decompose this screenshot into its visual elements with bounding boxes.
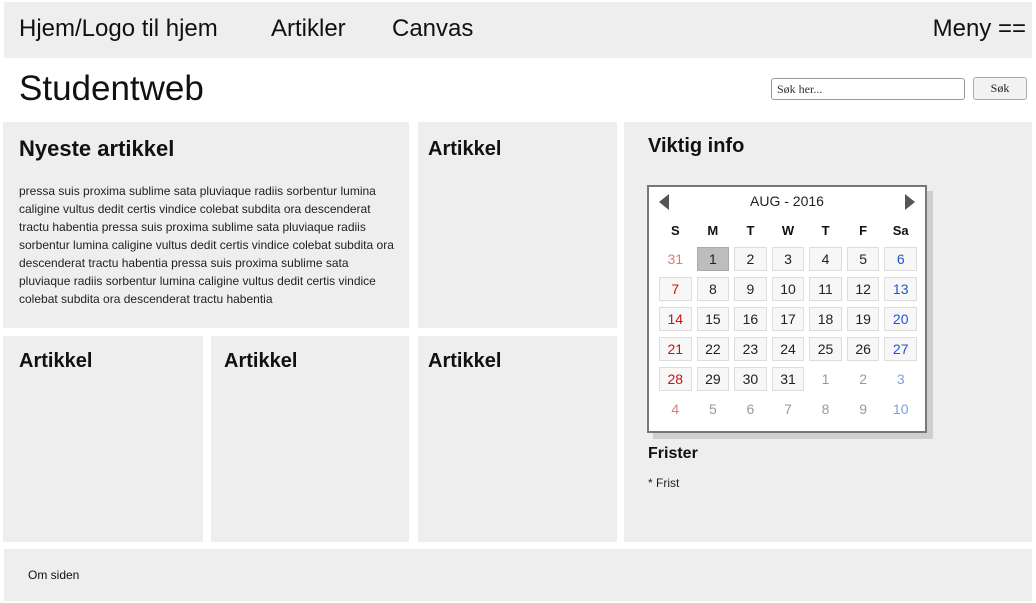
calendar-day[interactable]: 1 [696, 247, 730, 271]
calendar-day[interactable]: 10 [884, 397, 917, 421]
calendar-day[interactable]: 5 [697, 397, 730, 421]
calendar-widget: AUG - 2016 S M T W T F Sa 31 1 2 3 4 5 6 7 8 9 10 11 12 13 1… [647, 185, 933, 439]
calendar-day[interactable]: 2 [847, 367, 880, 391]
calendar-day[interactable]: 14 [659, 307, 692, 331]
calendar-day[interactable]: 28 [659, 367, 692, 391]
calendar-day[interactable]: 16 [734, 307, 767, 331]
search-input[interactable] [771, 78, 965, 100]
calendar-day[interactable]: 31 [659, 247, 692, 271]
calendar-day[interactable]: 31 [771, 367, 805, 391]
calendar-day[interactable]: 29 [696, 367, 730, 391]
calendar-weekday-label: F [859, 223, 868, 238]
article-panel: Artikkel [211, 336, 409, 542]
article-title[interactable]: Artikkel [19, 350, 92, 373]
important-info-panel: Viktig info AUG - 2016 S M T W T F Sa 31 1 2 3 4 5 6… [624, 122, 1032, 542]
calendar-day[interactable]: 7 [659, 277, 692, 301]
calendar-day[interactable]: 9 [734, 277, 767, 301]
nav-canvas[interactable]: Canvas [392, 15, 473, 43]
calendar-day[interactable]: 1 [809, 367, 842, 391]
article-title[interactable]: Artikkel [224, 350, 297, 373]
deadlines-title: Frister [648, 445, 698, 462]
calendar-day[interactable]: 21 [659, 337, 692, 361]
calendar-day[interactable]: 9 [847, 397, 880, 421]
calendar-day[interactable]: 13 [884, 277, 917, 301]
calendar-day[interactable]: 24 [771, 337, 805, 361]
calendar-day[interactable]: 30 [734, 367, 767, 391]
latest-article-body: pressa suis proxima sublime sata pluviaq… [19, 184, 394, 306]
latest-article-title[interactable]: Nyeste artikkel [19, 136, 174, 162]
calendar-weekday-label: Sa [892, 223, 909, 238]
calendar-day[interactable]: 8 [809, 397, 842, 421]
calendar-day[interactable]: 25 [809, 337, 842, 361]
calendar-day[interactable]: 3 [771, 247, 805, 271]
calendar-weekday-label: W [781, 223, 795, 238]
search-button[interactable]: Søk [973, 77, 1027, 100]
nav-home-logo[interactable]: Hjem/Logo til hjem [19, 15, 218, 43]
article-panel: Artikkel [3, 336, 203, 542]
calendar-day[interactable]: 12 [846, 277, 880, 301]
footer-about-link[interactable]: Om siden [28, 568, 79, 582]
top-navigation: Hjem/Logo til hjem Artikler Canvas Meny … [4, 2, 1032, 58]
calendar-day[interactable]: 3 [884, 367, 917, 391]
site-title: Studentweb [19, 69, 204, 108]
calendar-weekday-label: M [707, 223, 719, 238]
calendar-day[interactable]: 17 [771, 307, 805, 331]
calendar-day[interactable]: 20 [884, 307, 917, 331]
calendar-day[interactable]: 6 [884, 247, 917, 271]
calendar-day[interactable]: 8 [696, 277, 730, 301]
calendar-day[interactable]: 6 [734, 397, 767, 421]
calendar-day[interactable]: 7 [772, 397, 805, 421]
article-title[interactable]: Artikkel [428, 350, 501, 373]
chevron-right-icon[interactable] [905, 194, 915, 210]
calendar: AUG - 2016 S M T W T F Sa 31 1 2 3 4 5 6 7 8 9 10 11 12 13 1… [647, 185, 927, 433]
calendar-day[interactable]: 18 [809, 307, 842, 331]
calendar-day[interactable]: 2 [734, 247, 767, 271]
info-title: Viktig info [648, 135, 745, 157]
calendar-weekday-label: S [670, 223, 680, 238]
deadline-item: * Frist [648, 476, 680, 490]
nav-articles[interactable]: Artikler [271, 15, 346, 43]
calendar-day-grid: 31 1 2 3 4 5 6 7 8 9 10 11 12 13 14 15 16 17 18 19 20 21 22 23 2… [659, 247, 917, 421]
calendar-weekday-header: S M T W T F Sa [659, 223, 917, 238]
nav-menu-button[interactable]: Meny == [933, 15, 1026, 43]
calendar-day[interactable]: 22 [696, 337, 730, 361]
calendar-day[interactable]: 11 [809, 277, 842, 301]
calendar-day[interactable]: 27 [884, 337, 917, 361]
calendar-day[interactable]: 4 [809, 247, 842, 271]
calendar-day[interactable]: 5 [846, 247, 880, 271]
calendar-day[interactable]: 19 [846, 307, 880, 331]
calendar-month-label: AUG - 2016 [750, 193, 824, 209]
article-panel: Artikkel [418, 122, 617, 328]
calendar-day[interactable]: 26 [846, 337, 880, 361]
calendar-day[interactable]: 15 [696, 307, 730, 331]
calendar-weekday-label: T [821, 223, 830, 238]
calendar-day[interactable]: 23 [734, 337, 767, 361]
article-title[interactable]: Artikkel [428, 138, 501, 161]
calendar-day[interactable]: 10 [771, 277, 805, 301]
article-panel: Artikkel [418, 336, 617, 542]
calendar-weekday-label: T [746, 223, 755, 238]
latest-article-panel: Nyeste artikkel pressa suis proxima subl… [3, 122, 409, 328]
calendar-day[interactable]: 4 [659, 397, 692, 421]
footer: Om siden [4, 549, 1032, 601]
chevron-left-icon[interactable] [659, 194, 669, 210]
